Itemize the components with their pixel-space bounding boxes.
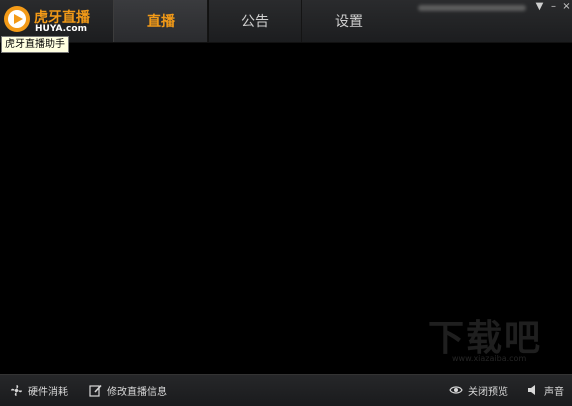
- watermark-url: www.xiazaiba.com: [452, 354, 527, 363]
- fan-icon: [11, 384, 22, 396]
- app-logo: 虎牙直播 HUYA.com: [2, 4, 110, 36]
- user-info-blurred: [418, 5, 526, 11]
- hardware-usage-button[interactable]: 硬件消耗: [10, 382, 68, 398]
- tab-live-label: 直播: [147, 14, 175, 30]
- tab-live[interactable]: 直播: [113, 0, 209, 42]
- tab-settings[interactable]: 设置: [301, 0, 396, 42]
- eye-icon: [449, 386, 463, 394]
- tab-notice-label: 公告: [241, 14, 269, 30]
- watermark: 下载吧 www.xiazaiba.com: [428, 318, 564, 366]
- speaker-icon: [528, 385, 535, 395]
- tab-notice[interactable]: 公告: [207, 0, 302, 42]
- menu-dropdown-button[interactable]: ▼: [532, 1, 547, 13]
- close-preview-button[interactable]: 关闭预览: [449, 382, 508, 398]
- bottom-toolbar: 硬件消耗 修改直播信息 关闭预览 声音: [0, 374, 572, 406]
- huya-logo-icon: [4, 6, 30, 32]
- live-preview-area: 下载吧 www.xiazaiba.com: [0, 43, 572, 374]
- watermark-text: 下载吧: [428, 318, 543, 359]
- hardware-usage-label: 硬件消耗: [28, 386, 68, 398]
- edit-live-info-label: 修改直播信息: [107, 386, 167, 398]
- edit-icon: [89, 384, 102, 397]
- edit-live-info-button[interactable]: 修改直播信息: [89, 382, 167, 398]
- sound-button[interactable]: 声音: [527, 382, 564, 398]
- sound-label: 声音: [544, 386, 564, 398]
- logo-tooltip: 虎牙直播助手: [1, 36, 69, 53]
- close-preview-label: 关闭预览: [468, 386, 508, 398]
- top-bar: 虎牙直播 HUYA.com 直播 公告 设置 ▼ – ×: [0, 0, 572, 43]
- logo-domain: HUYA.com: [35, 24, 87, 34]
- close-button[interactable]: ×: [559, 1, 572, 13]
- tab-settings-label: 设置: [335, 14, 363, 30]
